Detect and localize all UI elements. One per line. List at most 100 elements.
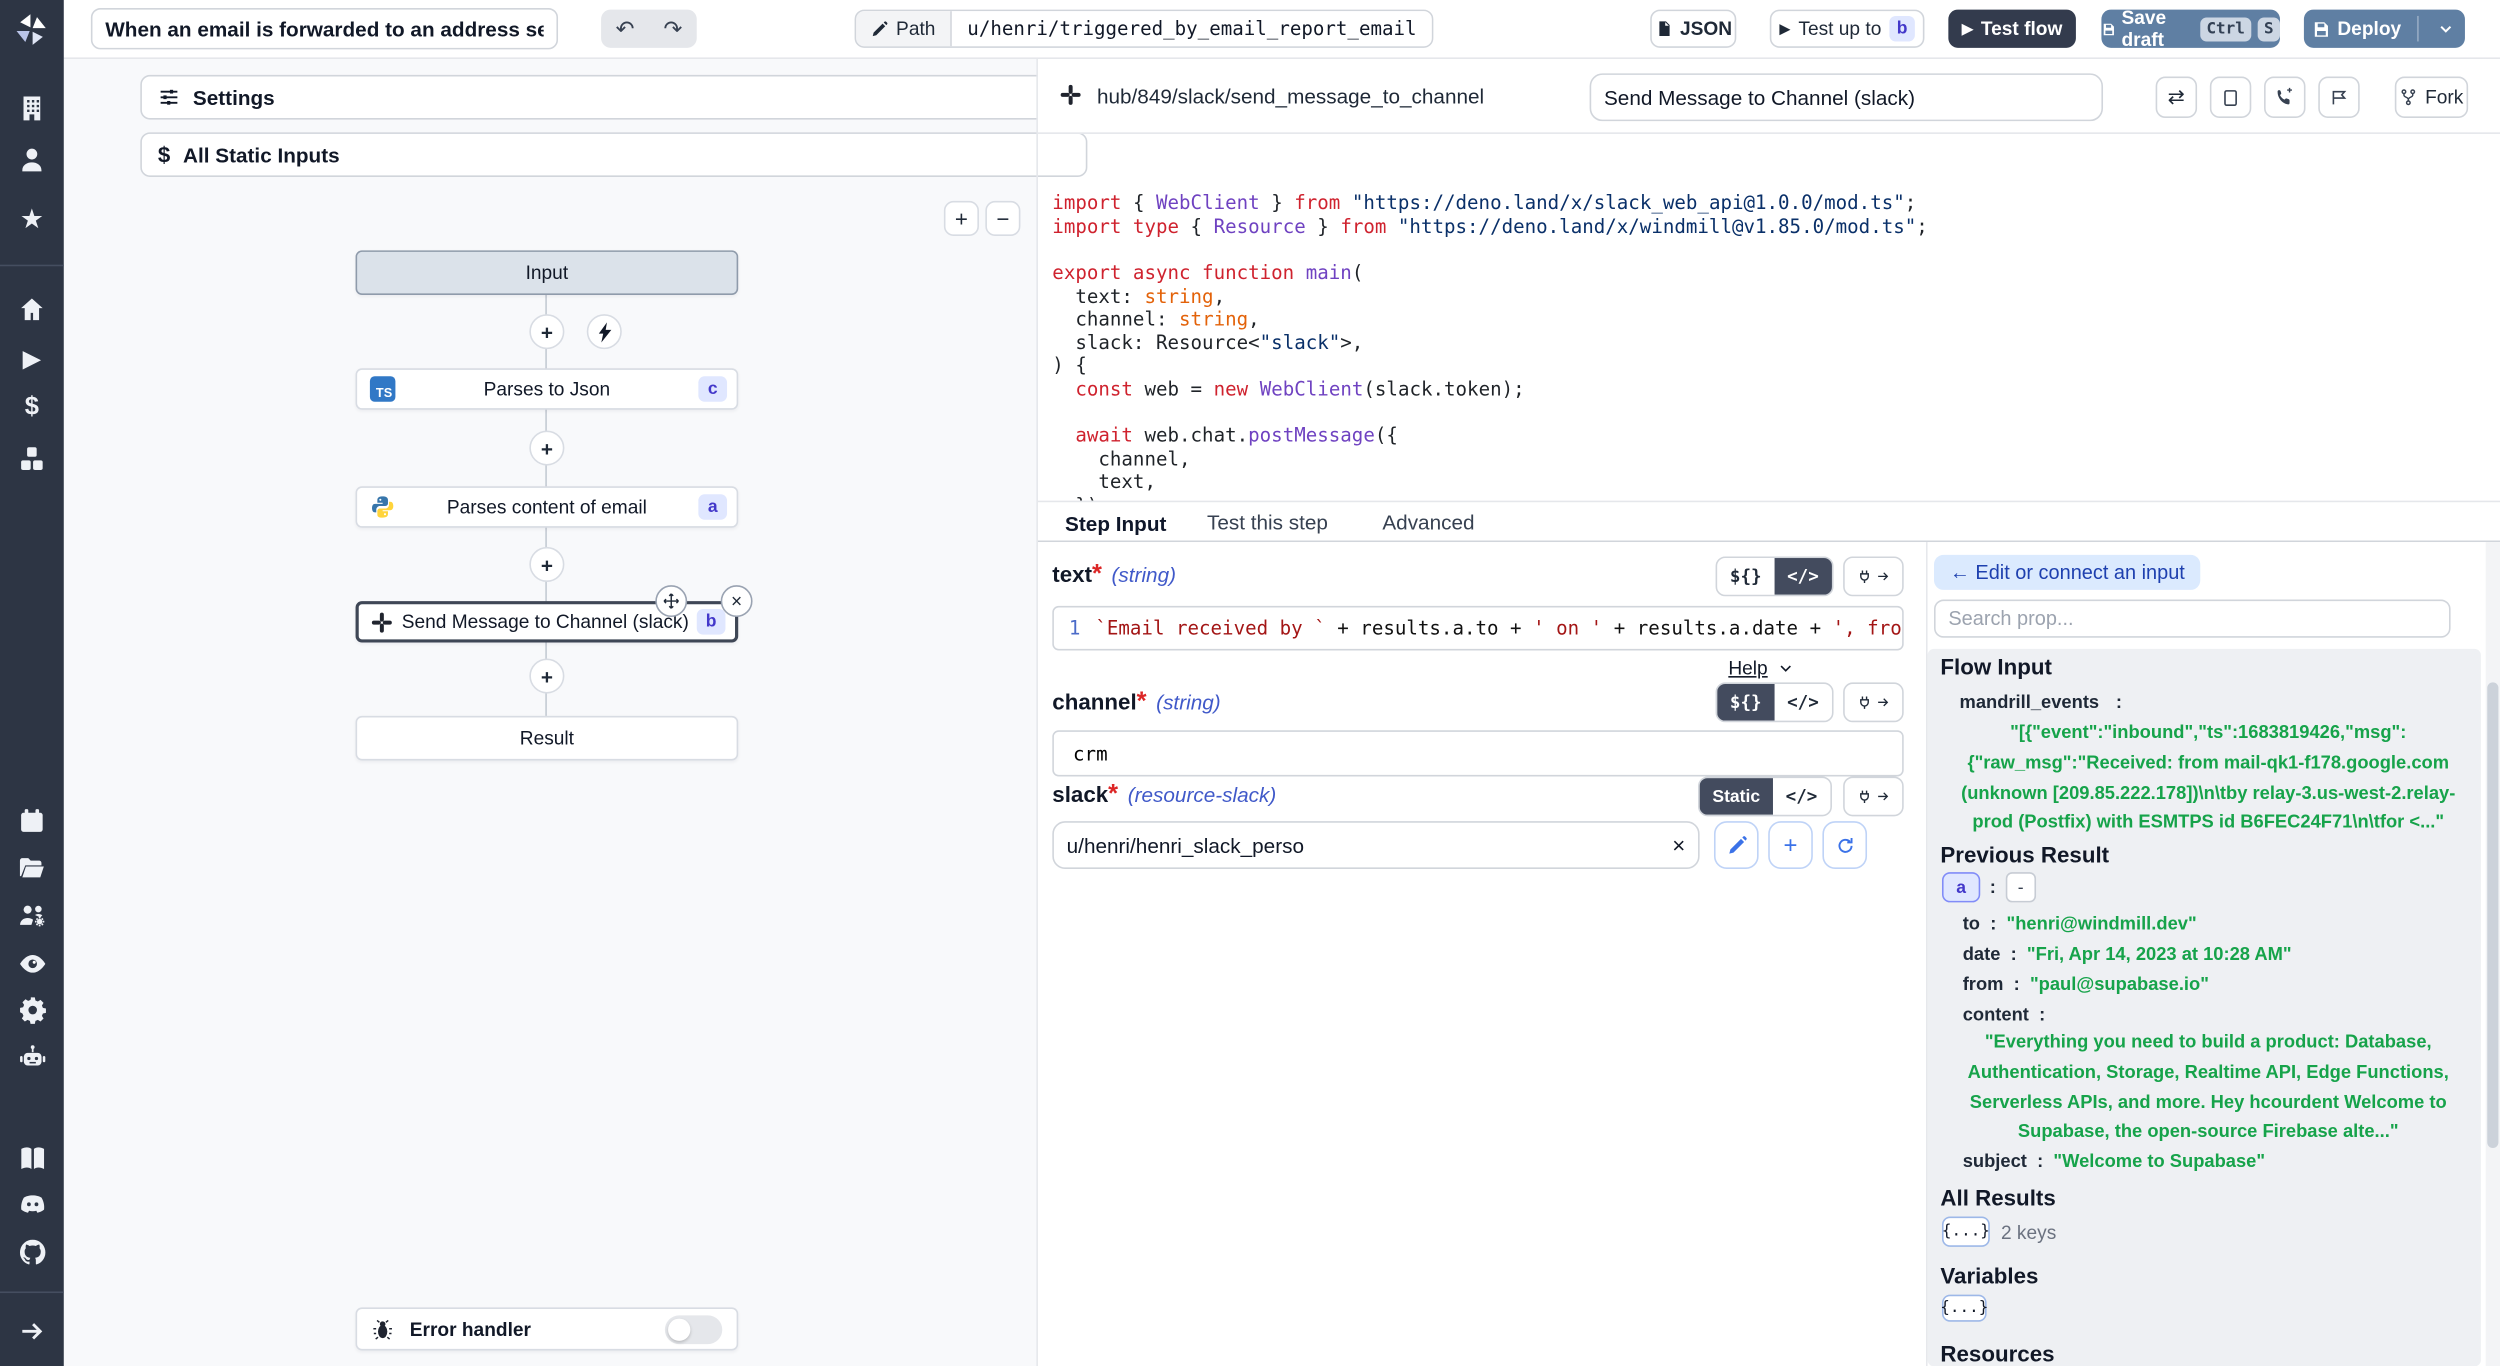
restart-button[interactable]: ⇄ — [2156, 77, 2197, 118]
sidebar-item-audit[interactable] — [0, 949, 64, 979]
sidebar-item-resources[interactable] — [0, 445, 64, 474]
fork-button[interactable]: Fork — [2395, 77, 2468, 118]
tab-test-this-step[interactable]: Test this step — [1207, 510, 1328, 534]
step-summary-input[interactable]: Send Message to Channel (slack) — [1590, 73, 2103, 121]
graph-zoom-out-button[interactable]: − — [985, 201, 1020, 236]
deploy-dropdown-button[interactable] — [2427, 21, 2465, 37]
code-mode-button[interactable]: </> — [1774, 558, 1831, 595]
sidebar-collapse-button[interactable] — [0, 1317, 64, 1346]
search-prop-input[interactable]: Search prop... — [1934, 599, 2451, 637]
all-static-inputs-button[interactable]: $ All Static Inputs — [140, 132, 1087, 177]
clear-resource-button[interactable]: × — [1672, 832, 1685, 858]
prop-row-content-value[interactable]: "Everything you need to build a product:… — [1960, 1028, 2457, 1148]
sidebar-item-favorites[interactable]: ★ — [0, 204, 64, 236]
redo-button[interactable]: ↷ — [649, 10, 697, 48]
flow-node-input[interactable]: Input — [356, 250, 739, 295]
scrollbar-track[interactable] — [2486, 542, 2500, 1366]
add-step-button[interactable]: + — [529, 547, 564, 582]
scrollbar-thumb[interactable] — [2487, 682, 2498, 1148]
path-chip[interactable]: Path u/henri/triggered_by_email_report_e… — [855, 10, 1434, 48]
sidebar-item-user[interactable] — [0, 145, 64, 174]
template-mode-button[interactable]: ${} — [1717, 558, 1774, 595]
sidebar-item-github[interactable] — [0, 1237, 64, 1267]
code-mode-button[interactable]: </> — [1774, 684, 1831, 721]
sidebar-item-discord[interactable] — [0, 1189, 64, 1219]
flow-input-key-row[interactable]: mandrill_events : — [1960, 687, 2122, 716]
static-mode-button[interactable]: Static — [1700, 778, 1773, 815]
prop-row-date[interactable]: date : "Fri, Apr 14, 2023 at 10:28 AM" — [1963, 939, 2292, 968]
box-button[interactable] — [2210, 77, 2251, 118]
node-id-badge: c — [698, 376, 727, 402]
edit-or-connect-button[interactable]: ← Edit or connect an input — [1934, 555, 2201, 590]
add-step-button[interactable]: + — [529, 430, 564, 465]
slack-connect-button[interactable] — [1843, 776, 1904, 816]
undo-button[interactable]: ↶ — [601, 10, 649, 48]
hub-script-path[interactable]: hub/849/slack/send_message_to_channel — [1097, 85, 1484, 109]
trigger-button[interactable] — [587, 314, 622, 349]
edit-resource-button[interactable] — [1714, 821, 1759, 869]
sidebar-item-workers[interactable] — [0, 1043, 64, 1073]
prop-row-to[interactable]: to : "henri@windmill.dev" — [1963, 909, 2197, 938]
all-results-expand-button[interactable]: {...} — [1942, 1217, 1990, 1247]
sidebar-item-docs[interactable] — [0, 1143, 64, 1173]
prop-row-content-key[interactable]: content : — [1963, 1000, 2046, 1029]
flow-settings-button[interactable]: Settings — [140, 75, 1087, 120]
arrow-right-icon — [1877, 695, 1889, 709]
move-node-button[interactable] — [655, 585, 687, 617]
slack-icon — [370, 610, 394, 634]
sidebar-item-home[interactable] — [0, 295, 64, 324]
slack-resource-input[interactable]: u/henri/henri_slack_perso × — [1052, 821, 1699, 869]
refresh-resource-button[interactable] — [1822, 821, 1867, 869]
play-icon: ▶ — [1962, 20, 1973, 38]
step-a-badge[interactable]: a — [1942, 872, 1980, 902]
error-handler-toggle[interactable] — [665, 1315, 722, 1344]
sidebar-item-folders[interactable] — [0, 855, 64, 884]
path-value[interactable]: u/henri/triggered_by_email_report_email — [951, 11, 1432, 46]
prop-row-from[interactable]: from : "paul@supabase.io" — [1963, 969, 2209, 998]
flow-node-error-handler[interactable]: Error handler — [356, 1307, 739, 1350]
add-resource-button[interactable]: + — [1768, 821, 1813, 869]
help-link[interactable]: Help — [1728, 657, 1793, 679]
code-mode-button[interactable]: </> — [1773, 778, 1830, 815]
deploy-button[interactable]: Deploy — [2304, 10, 2465, 48]
windmill-logo-icon[interactable] — [0, 13, 64, 48]
deploy-main[interactable]: Deploy — [2304, 18, 2409, 40]
call-button[interactable] — [2264, 77, 2305, 118]
collapse-button[interactable]: - — [2006, 872, 2036, 902]
test-up-to-step-badge: b — [1889, 16, 1915, 42]
error-handler-label: Error handler — [410, 1318, 531, 1340]
prop-row-subject[interactable]: subject : "Welcome to Supabase" — [1963, 1146, 2265, 1175]
tab-advanced[interactable]: Advanced — [1382, 510, 1474, 534]
graph-zoom-in-button[interactable]: + — [944, 201, 979, 236]
sidebar-item-groups[interactable] — [0, 901, 64, 931]
sidebar-item-schedules[interactable] — [0, 807, 64, 836]
add-step-button[interactable]: + — [529, 314, 564, 349]
variables-title: Variables — [1940, 1263, 2038, 1289]
sidebar-item-runs[interactable]: ▶ — [0, 344, 64, 373]
json-button[interactable]: JSON — [1650, 10, 1736, 48]
flow-title-input[interactable]: When an email is forwarded to an address… — [91, 8, 558, 49]
template-mode-button[interactable]: ${} — [1717, 684, 1774, 721]
text-expression-editor[interactable]: 1 `Email received by ` + results.a.to + … — [1052, 606, 1903, 651]
flow-node-result[interactable]: Result — [356, 716, 739, 761]
flow-node-parses-to-json[interactable]: TS Parses to Json c — [356, 368, 739, 409]
test-flow-button[interactable]: ▶ Test flow — [1948, 10, 2076, 48]
test-up-to-button[interactable]: ▶ Test up to b — [1770, 10, 1925, 48]
save-draft-button[interactable]: Save draft Ctrl S — [2101, 10, 2280, 48]
add-step-button[interactable]: + — [529, 658, 564, 693]
close-icon: × — [731, 590, 742, 612]
channel-value-editor[interactable]: crm — [1052, 730, 1903, 776]
text-expr-line: `Email received by ` + results.a.to + ' … — [1095, 617, 1902, 639]
flow-input-value[interactable]: "[{"event":"inbound","ts":1683819426,"ms… — [1960, 719, 2457, 839]
cache-button[interactable] — [2318, 77, 2359, 118]
test-flow-label: Test flow — [1981, 18, 2063, 40]
text-connect-button[interactable] — [1843, 556, 1904, 596]
variables-expand-button[interactable]: {...} — [1942, 1295, 1987, 1322]
channel-value: crm — [1054, 742, 1108, 764]
flow-node-parses-content[interactable]: Parses content of email a — [356, 486, 739, 527]
sidebar-item-variables[interactable]: $ — [0, 394, 64, 423]
channel-connect-button[interactable] — [1843, 682, 1904, 722]
sidebar-item-settings[interactable] — [0, 995, 64, 1025]
delete-node-button[interactable]: × — [721, 585, 753, 617]
sidebar-item-workspace[interactable] — [0, 94, 64, 123]
